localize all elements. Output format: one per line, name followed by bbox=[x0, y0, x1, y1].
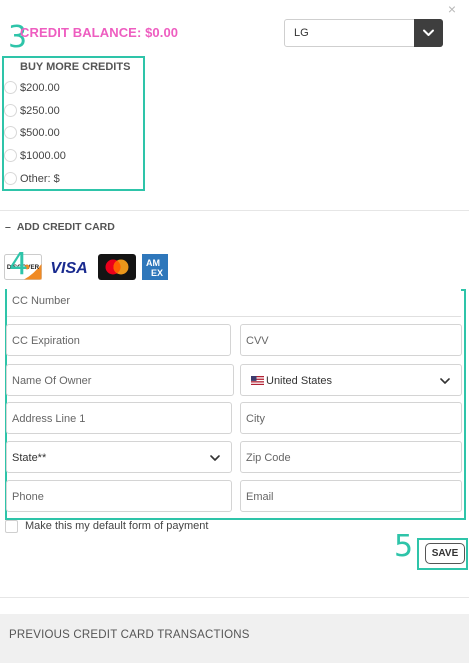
visa-logo: VISA bbox=[48, 254, 90, 280]
section-divider bbox=[0, 210, 469, 211]
cc-number-field[interactable]: CC Number bbox=[7, 287, 461, 317]
email-field[interactable]: Email bbox=[240, 480, 462, 512]
radio-button[interactable] bbox=[4, 126, 17, 139]
chevron-down-icon bbox=[438, 374, 452, 388]
section-divider bbox=[0, 597, 469, 598]
buy-credits-highlight bbox=[2, 56, 145, 191]
add-credit-card-toggle[interactable]: – ADD CREDIT CARD bbox=[5, 221, 115, 233]
svg-text:VISA: VISA bbox=[50, 260, 87, 277]
step-4-marker: 4 bbox=[9, 247, 29, 282]
country-select-value: United States bbox=[251, 375, 332, 387]
radio-button[interactable] bbox=[4, 172, 17, 185]
cvv-placeholder: CVV bbox=[246, 335, 269, 347]
chevron-down-icon[interactable] bbox=[414, 19, 443, 47]
state-select-value: State** bbox=[12, 452, 47, 464]
credit-balance: CREDIT BALANCE: $0.00 bbox=[20, 25, 179, 40]
zip-code-placeholder: Zip Code bbox=[246, 452, 291, 464]
close-icon[interactable]: × bbox=[446, 2, 458, 16]
credit-option-label: $500.00 bbox=[20, 127, 60, 139]
buy-credits-title: BUY MORE CREDITS bbox=[20, 61, 131, 73]
default-payment-checkbox[interactable] bbox=[5, 520, 18, 533]
save-button[interactable]: SAVE bbox=[425, 543, 465, 564]
default-payment-label: Make this my default form of payment bbox=[25, 520, 209, 532]
email-placeholder: Email bbox=[246, 491, 274, 503]
state-select[interactable]: State** bbox=[6, 441, 232, 473]
location-select[interactable]: LG bbox=[284, 19, 443, 47]
add-credit-card-title: ADD CREDIT CARD bbox=[16, 221, 115, 233]
svg-text:EX: EX bbox=[151, 268, 163, 278]
cc-expiration-field[interactable]: CC Expiration bbox=[6, 324, 231, 356]
mastercard-logo bbox=[98, 254, 136, 280]
credit-option-label: $250.00 bbox=[20, 105, 60, 117]
name-of-owner-field[interactable]: Name Of Owner bbox=[6, 364, 234, 396]
radio-button[interactable] bbox=[4, 104, 17, 117]
previous-transactions-bar[interactable]: PREVIOUS CREDIT CARD TRANSACTIONS bbox=[0, 614, 469, 663]
us-flag-icon bbox=[251, 376, 264, 385]
location-select-value: LG bbox=[294, 27, 309, 39]
chevron-down-icon bbox=[208, 451, 222, 465]
cc-expiration-placeholder: CC Expiration bbox=[12, 335, 80, 347]
cc-number-placeholder: CC Number bbox=[12, 295, 71, 307]
address-line-1-placeholder: Address Line 1 bbox=[12, 413, 86, 425]
city-field[interactable]: City bbox=[240, 402, 462, 434]
previous-transactions-label: PREVIOUS CREDIT CARD TRANSACTIONS bbox=[9, 629, 250, 641]
cvv-field[interactable]: CVV bbox=[240, 324, 462, 356]
credit-option-label: $1000.00 bbox=[20, 150, 66, 162]
amex-logo: AM EX bbox=[142, 254, 168, 280]
country-select[interactable]: United States bbox=[240, 364, 462, 396]
address-line-1-field[interactable]: Address Line 1 bbox=[6, 402, 232, 434]
step-5-marker: 5 bbox=[394, 529, 414, 564]
zip-code-field[interactable]: Zip Code bbox=[240, 441, 462, 473]
collapse-icon: – bbox=[5, 221, 11, 233]
svg-text:AM: AM bbox=[146, 258, 160, 268]
radio-button[interactable] bbox=[4, 149, 17, 162]
credit-option-label: $200.00 bbox=[20, 82, 60, 94]
phone-field[interactable]: Phone bbox=[6, 480, 232, 512]
city-placeholder: City bbox=[246, 413, 265, 425]
credit-option-label: Other: $ bbox=[20, 173, 60, 185]
radio-button[interactable] bbox=[4, 81, 17, 94]
name-of-owner-placeholder: Name Of Owner bbox=[12, 375, 92, 387]
phone-placeholder: Phone bbox=[12, 491, 44, 503]
